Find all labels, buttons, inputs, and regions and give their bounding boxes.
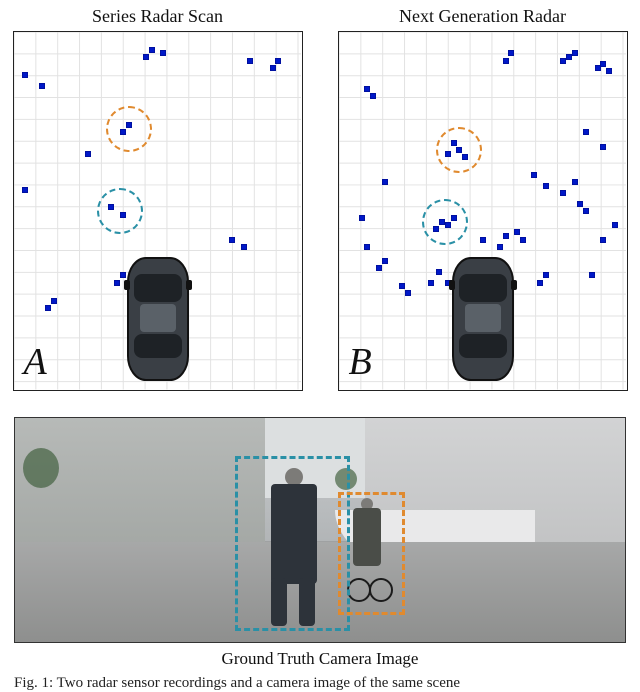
- panel-b-title: Next Generation Radar: [399, 6, 566, 27]
- annotation-ring-cyclist: [106, 106, 152, 152]
- figure-container: Series Radar Scan A: [0, 0, 640, 683]
- radar-panels-row: Series Radar Scan A: [10, 6, 630, 391]
- detection-box-pedestrian: [235, 456, 351, 631]
- panel-b-column: Next Generation Radar B: [335, 6, 630, 391]
- detection-box-cyclist: [338, 492, 405, 615]
- tree-icon: [23, 448, 59, 488]
- camera-block: Ground Truth Camera Image Fig. 1: Two ra…: [10, 417, 630, 692]
- annotation-ring-pedestrian: [422, 199, 468, 245]
- annotation-ring-cyclist: [436, 127, 482, 173]
- panel-b-letter: B: [349, 340, 372, 384]
- panel-a-column: Series Radar Scan A: [10, 6, 305, 391]
- annotation-ring-pedestrian: [97, 188, 143, 234]
- camera-image: [14, 417, 626, 643]
- panel-a-letter: A: [24, 340, 47, 384]
- panel-a-title: Series Radar Scan: [92, 6, 223, 27]
- figure-caption-line: Fig. 1: Two radar sensor recordings and …: [14, 675, 626, 692]
- figure-caption-text: Fig. 1: Two radar sensor recordings and …: [14, 675, 460, 691]
- ego-vehicle-icon: [447, 254, 519, 384]
- ego-vehicle-icon: [122, 254, 194, 384]
- panel-a-radar-scatter: A: [13, 31, 303, 391]
- panel-b-radar-scatter: B: [338, 31, 628, 391]
- scene-building-left: [15, 418, 265, 553]
- camera-caption: Ground Truth Camera Image: [222, 649, 419, 669]
